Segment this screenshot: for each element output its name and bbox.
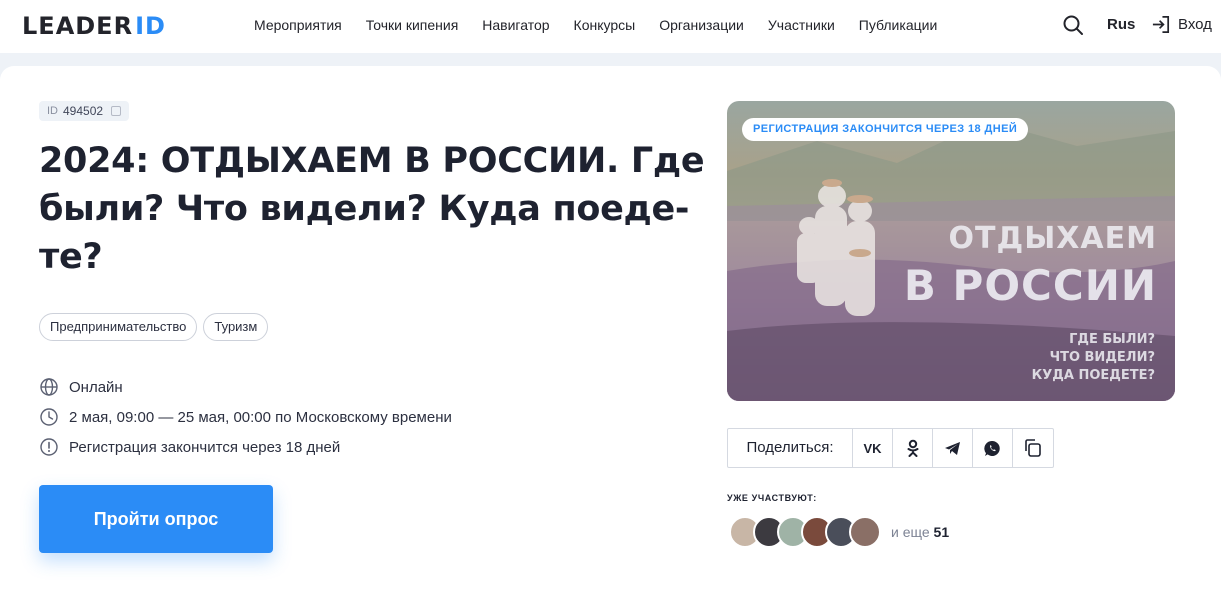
take-survey-button[interactable]: Пройти опрос bbox=[39, 485, 273, 553]
share-copy-button[interactable] bbox=[1013, 429, 1053, 467]
poster-sub-1: ГДЕ БЫЛИ? bbox=[1069, 332, 1155, 347]
globe-icon bbox=[40, 378, 58, 396]
share-whatsapp-button[interactable] bbox=[973, 429, 1013, 467]
vk-icon: VK bbox=[863, 440, 882, 456]
tag-entrepreneurship[interactable]: Предпринимательство bbox=[39, 313, 198, 341]
clock-icon bbox=[40, 408, 58, 426]
more-count: 51 bbox=[933, 524, 950, 540]
registration-text: Регистрация закончится через 18 дней bbox=[69, 438, 341, 456]
telegram-icon bbox=[945, 441, 960, 455]
title-line-1: 2024: ОТДЫХАЕМ В РОССИИ. Где bbox=[39, 141, 705, 181]
nav-publications[interactable]: Публикации bbox=[859, 17, 937, 33]
event-info: Онлайн 2 мая, 09:00 — 25 мая, 00:00 по М… bbox=[39, 372, 452, 462]
event-poster: РЕГИСТРАЦИЯ ЗАКОНЧИТСЯ ЧЕРЕЗ 18 ДНЕЙ ОТД… bbox=[727, 101, 1175, 401]
poster-sub-3: КУДА ПОЕДЕТЕ? bbox=[1031, 368, 1155, 383]
info-format: Онлайн bbox=[39, 372, 452, 402]
poster-sub-2: ЧТО ВИДЕЛИ? bbox=[1049, 350, 1155, 365]
odnoklassniki-icon bbox=[907, 439, 918, 457]
info-registration: Регистрация закончится через 18 дней bbox=[39, 432, 452, 462]
avatar[interactable] bbox=[849, 516, 881, 548]
info-dates: 2 мая, 09:00 — 25 мая, 00:00 по Московск… bbox=[39, 402, 452, 432]
nav-contests[interactable]: Конкурсы bbox=[574, 17, 636, 33]
nav-boiling-points[interactable]: Точки кипения bbox=[366, 17, 459, 33]
search-icon[interactable] bbox=[1062, 14, 1084, 36]
dates-text: 2 мая, 09:00 — 25 мая, 00:00 по Московск… bbox=[69, 408, 452, 426]
poster-subtitle: ГДЕ БЫЛИ? ЧТО ВИДЕЛИ? КУДА ПОЕДЕТЕ? bbox=[1032, 331, 1155, 385]
top-header: LEADERID Мероприятия Точки кипения Навиг… bbox=[0, 0, 1221, 53]
logo-accent: ID bbox=[135, 12, 166, 40]
event-id: 494502 bbox=[63, 104, 104, 118]
event-title: 2024: ОТДЫХАЕМ В РОССИИ. Где были? Что в… bbox=[39, 137, 719, 281]
nav-participants[interactable]: Участники bbox=[768, 17, 835, 33]
leader-id-logo[interactable]: LEADERID bbox=[22, 12, 166, 40]
event-id-badge[interactable]: ID 494502 bbox=[39, 101, 130, 121]
nav-navigator[interactable]: Навигатор bbox=[482, 17, 549, 33]
share-bar: Поделиться: VK bbox=[727, 428, 1054, 468]
registration-pill: РЕГИСТРАЦИЯ ЗАКОНЧИТСЯ ЧЕРЕЗ 18 ДНЕЙ bbox=[742, 118, 1029, 141]
share-ok-button[interactable] bbox=[893, 429, 933, 467]
participants-label: УЖЕ УЧАСТВУЮТ: bbox=[727, 493, 817, 503]
nav-events[interactable]: Мероприятия bbox=[254, 17, 342, 33]
more-prefix: и еще bbox=[891, 524, 930, 540]
title-line-2: были? Что видели? Куда поеде- bbox=[39, 189, 690, 229]
event-tags: Предпринимательство Туризм bbox=[39, 313, 269, 341]
copy-link-icon bbox=[1025, 439, 1041, 457]
nav-organizations[interactable]: Организации bbox=[659, 17, 744, 33]
id-label: ID bbox=[47, 105, 58, 117]
whatsapp-icon bbox=[984, 440, 1000, 456]
login-icon bbox=[1152, 16, 1170, 33]
title-line-3: те? bbox=[39, 237, 103, 277]
main-nav: Мероприятия Точки кипения Навигатор Конк… bbox=[254, 17, 937, 33]
poster-title-line-2: В РОССИИ bbox=[903, 261, 1157, 310]
share-telegram-button[interactable] bbox=[933, 429, 973, 467]
participants-more[interactable]: и еще 51 bbox=[891, 524, 949, 540]
login-label: Вход bbox=[1178, 16, 1212, 33]
tag-tourism[interactable]: Туризм bbox=[203, 313, 269, 341]
format-text: Онлайн bbox=[69, 378, 123, 396]
login-button[interactable]: Вход bbox=[1151, 14, 1212, 35]
poster-title-line-1: ОТДЫХАЕМ bbox=[948, 221, 1157, 256]
share-vk-button[interactable]: VK bbox=[853, 429, 893, 467]
share-label: Поделиться: bbox=[728, 429, 853, 467]
logo-text: LEADER bbox=[22, 12, 134, 40]
language-switch[interactable]: Rus bbox=[1107, 16, 1135, 33]
copy-id-icon[interactable] bbox=[111, 106, 122, 116]
alert-icon bbox=[40, 438, 58, 456]
